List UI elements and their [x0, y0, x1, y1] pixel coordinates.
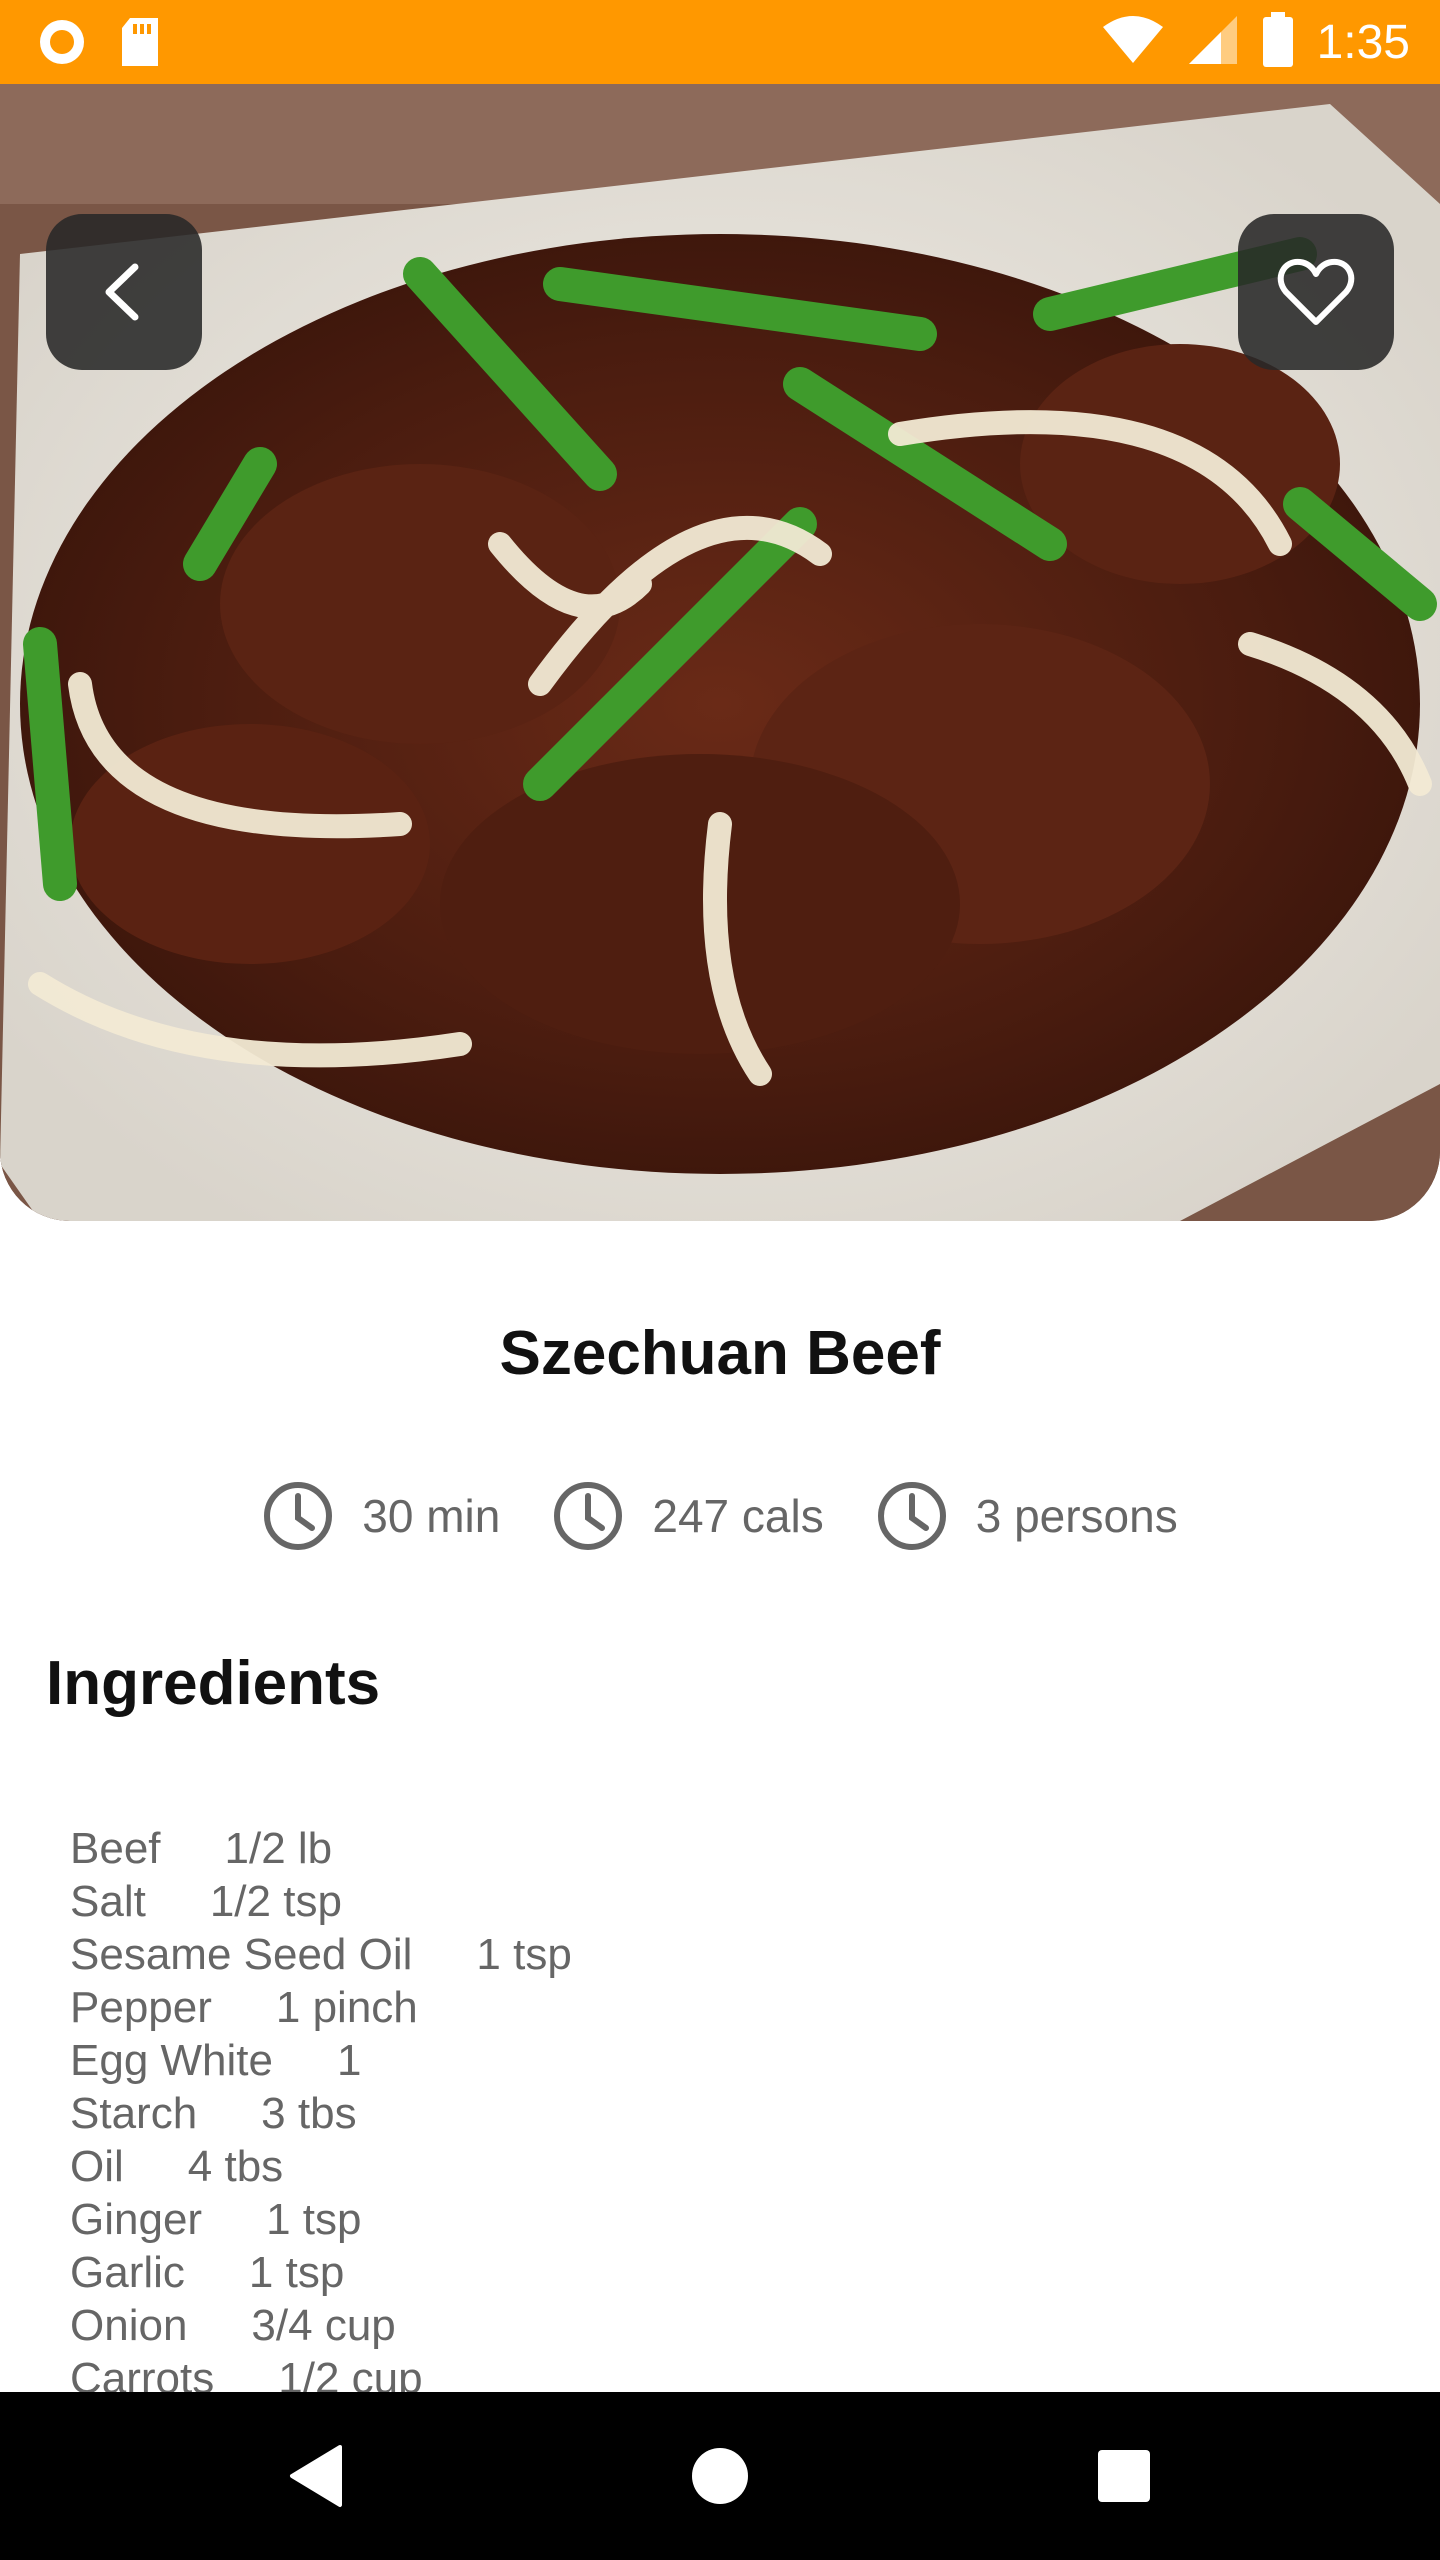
- list-item: Ginger 1 tsp: [70, 2193, 572, 2246]
- recipe-hero-image: [0, 84, 1440, 1221]
- ingredients-list: Beef 1/2 lb Salt 1/2 tsp Sesame Seed Oil 1 …: [70, 1822, 572, 2405]
- back-triangle-icon: [290, 2445, 342, 2507]
- ingredient-qty: 1 tsp: [266, 2195, 362, 2244]
- ingredient-name: Onion: [70, 2301, 188, 2350]
- ingredient-qty: 1/2 lb: [224, 1824, 333, 1873]
- wifi-icon: [1101, 15, 1165, 70]
- clock-icon: [877, 1482, 946, 1550]
- ingredient-qty: 1/2 tsp: [209, 1877, 342, 1926]
- list-item: Onion 3/4 cup: [70, 2299, 572, 2352]
- ingredient-name: Garlic: [70, 2248, 185, 2297]
- szechuan-beef-photo: [0, 84, 1440, 1221]
- ingredient-qty: 3 tbs: [261, 2089, 357, 2138]
- ingredient-name: Beef: [70, 1824, 161, 1873]
- ingredient-name: Sesame Seed Oil: [70, 1930, 413, 1979]
- status-time: 1:35: [1316, 15, 1410, 69]
- list-item: Beef 1/2 lb: [70, 1822, 572, 1875]
- clock-icon: [554, 1482, 623, 1550]
- list-item: Garlic 1 tsp: [70, 2246, 572, 2299]
- ingredient-name: Starch: [70, 2089, 198, 2138]
- favorite-button[interactable]: [1238, 214, 1394, 370]
- sd-card-icon: [118, 16, 162, 73]
- ingredient-qty: 1: [336, 2036, 362, 2085]
- ingredient-qty: 1 tsp: [248, 2248, 345, 2297]
- list-item: Salt 1/2 tsp: [70, 1875, 572, 1928]
- system-nav-bar: [0, 2392, 1440, 2560]
- circle-notification-icon: [36, 16, 88, 73]
- recipe-stats: 30 min 247 cals 3 persons: [0, 1480, 1440, 1552]
- nav-back-button[interactable]: [216, 2392, 416, 2560]
- ingredients-heading: Ingredients: [46, 1649, 381, 1718]
- back-button[interactable]: [46, 214, 202, 370]
- ingredient-name: Pepper: [70, 1983, 212, 2032]
- list-item: Pepper 1 pinch: [70, 1981, 572, 2034]
- home-circle-icon: [692, 2448, 748, 2504]
- chevron-left-icon: [105, 263, 139, 321]
- ingredient-name: Ginger: [70, 2195, 203, 2244]
- stat-servings-text: 3 persons: [975, 1490, 1178, 1542]
- recents-square-icon: [1098, 2450, 1150, 2502]
- recipe-title: Szechuan Beef: [499, 1319, 941, 1388]
- nav-recents-button[interactable]: [1024, 2392, 1224, 2560]
- list-item: Oil 4 tbs: [70, 2140, 572, 2193]
- list-item: Sesame Seed Oil 1 tsp: [70, 1928, 572, 1981]
- stat-calories: 247 cals: [552, 1480, 824, 1552]
- ingredient-qty: 1 tsp: [476, 1930, 572, 1979]
- stat-servings: 3 persons: [876, 1480, 1178, 1552]
- ingredient-name: Oil: [70, 2142, 124, 2191]
- battery-icon: [1261, 12, 1295, 73]
- heart-outline-icon: [1277, 258, 1355, 325]
- list-item: Egg White 1: [70, 2034, 572, 2087]
- ingredient-name: Salt: [70, 1877, 146, 1926]
- status-bar: 1:35: [0, 0, 1440, 84]
- stat-time-text: 30 min: [362, 1490, 501, 1542]
- stat-calories-text: 247 cals: [652, 1490, 824, 1542]
- list-item: Starch 3 tbs: [70, 2087, 572, 2140]
- ingredient-name: Egg White: [70, 2036, 273, 2085]
- ingredient-qty: 1 pinch: [275, 1983, 418, 2032]
- ingredient-qty: 3/4 cup: [251, 2301, 396, 2350]
- nav-home-button[interactable]: [620, 2392, 820, 2560]
- clock-icon: [264, 1482, 333, 1550]
- signal-icon: [1187, 14, 1239, 71]
- ingredient-qty: 4 tbs: [187, 2142, 284, 2191]
- stat-time: 30 min: [262, 1480, 500, 1552]
